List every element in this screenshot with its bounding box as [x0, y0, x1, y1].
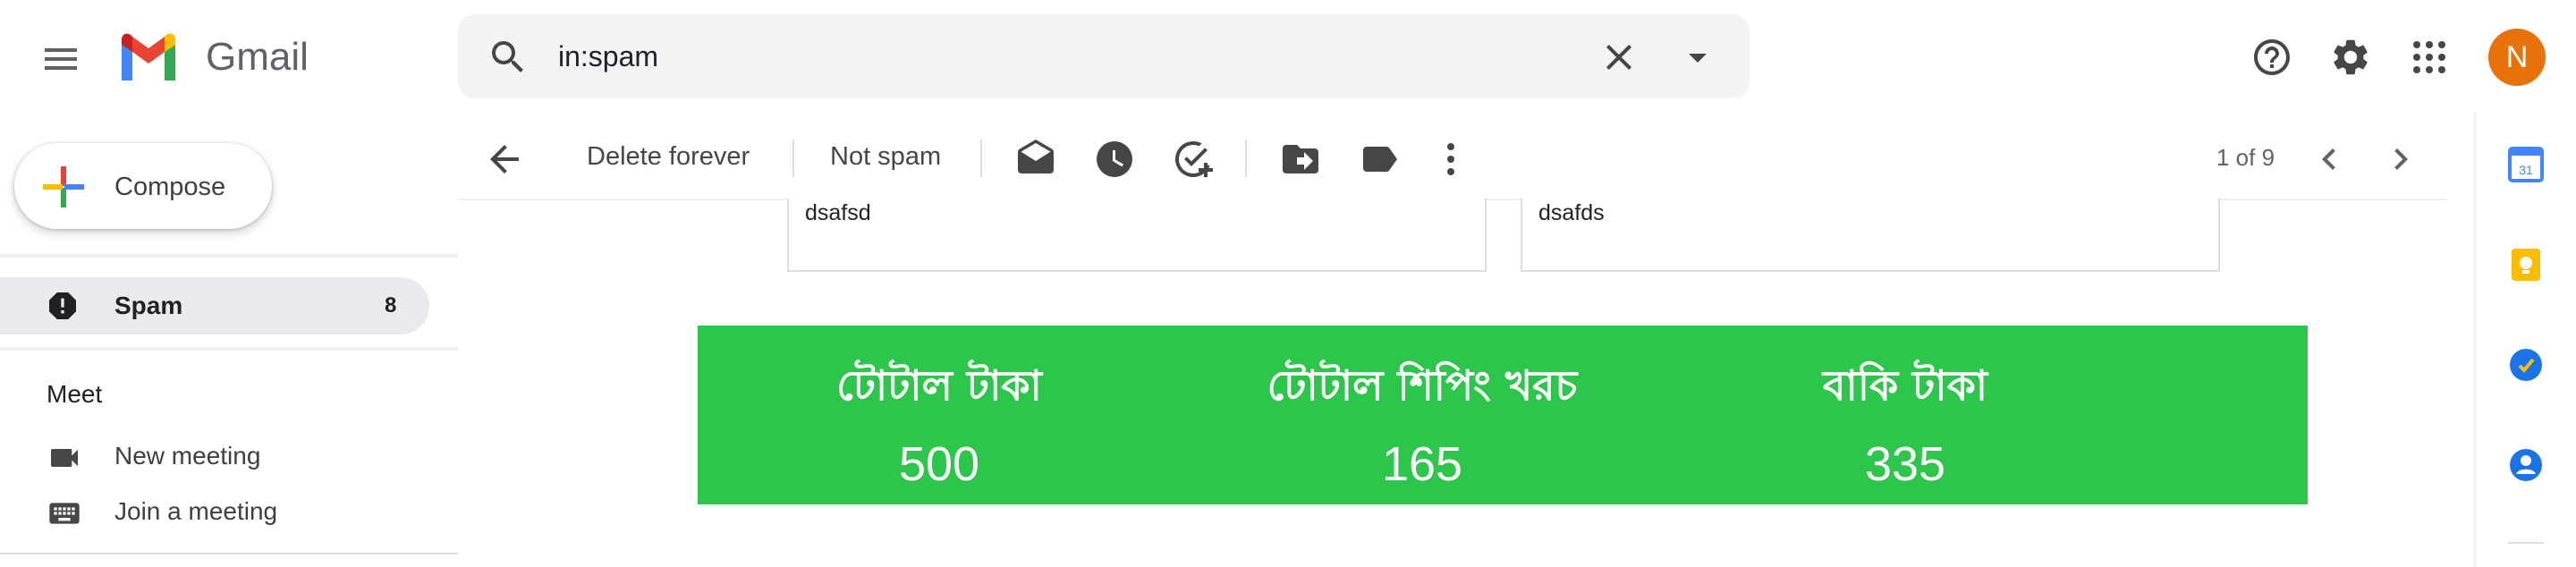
snooze-icon[interactable]: [1093, 138, 1136, 181]
back-arrow-icon[interactable]: [483, 138, 526, 181]
join-meeting-label: Join a meeting: [114, 497, 278, 525]
email-card: [787, 199, 1487, 272]
due-amount-label: বাকি টাকা: [1822, 361, 1988, 410]
keyboard-icon: [47, 495, 82, 531]
contacts-icon[interactable]: [2508, 447, 2544, 483]
total-amount-label: টোটাল টাকা: [836, 361, 1042, 410]
divider: [792, 140, 794, 177]
search-input[interactable]: [558, 30, 1542, 82]
shipping-cost-value: 165: [1381, 437, 1463, 491]
new-meeting-label: New meeting: [114, 442, 261, 470]
report-spam-icon: [45, 288, 80, 324]
unread-count: 8: [385, 293, 397, 317]
app-name: Gmail: [206, 35, 309, 79]
video-camera-icon: [47, 440, 82, 476]
avatar[interactable]: N: [2488, 29, 2546, 86]
pagination-label: 1 of 9: [2216, 144, 2275, 171]
apps-grid-icon[interactable]: [2408, 36, 2451, 79]
compose-label: Compose: [114, 173, 226, 201]
card-text: dsafsd: [805, 200, 871, 225]
not-spam-button[interactable]: Not spam: [830, 134, 941, 179]
gear-icon[interactable]: [2329, 36, 2372, 79]
due-amount-value: 335: [1864, 437, 1946, 491]
plus-icon: [41, 165, 86, 209]
meet-heading: Meet: [47, 380, 103, 408]
chevron-left-icon[interactable]: [2308, 138, 2351, 181]
total-amount-value: 500: [898, 437, 980, 491]
calendar-icon[interactable]: 31: [2508, 147, 2544, 182]
help-icon[interactable]: [2250, 36, 2293, 79]
email-card: [1521, 199, 2220, 272]
calendar-day: 31: [2519, 163, 2533, 177]
gmail-logo[interactable]: [116, 32, 181, 82]
divider: [1245, 140, 1247, 177]
shipping-cost-label: টোটাল শিপিং খরচ: [1267, 361, 1578, 410]
move-to-icon[interactable]: [1279, 138, 1322, 181]
search-options-icon[interactable]: [1676, 36, 1719, 79]
label-icon[interactable]: [1358, 138, 1401, 181]
close-icon[interactable]: [1597, 36, 1640, 79]
main-menu-icon[interactable]: [39, 38, 82, 80]
delete-forever-button[interactable]: Delete forever: [587, 134, 750, 179]
divider: [980, 140, 982, 177]
mark-unread-icon[interactable]: [1014, 138, 1057, 181]
tasks-icon[interactable]: [2508, 347, 2544, 383]
divider: [0, 553, 458, 554]
add-task-icon[interactable]: [1172, 138, 1215, 181]
divider: [2508, 542, 2544, 544]
divider: [0, 347, 458, 351]
keep-icon[interactable]: [2508, 247, 2544, 283]
more-vert-icon[interactable]: [1429, 138, 1472, 181]
sidebar-item-label: Spam: [114, 292, 183, 319]
chevron-right-icon[interactable]: [2379, 138, 2422, 181]
divider: [0, 254, 458, 258]
card-text: dsafds: [1538, 200, 1605, 225]
search-icon[interactable]: [487, 36, 530, 79]
